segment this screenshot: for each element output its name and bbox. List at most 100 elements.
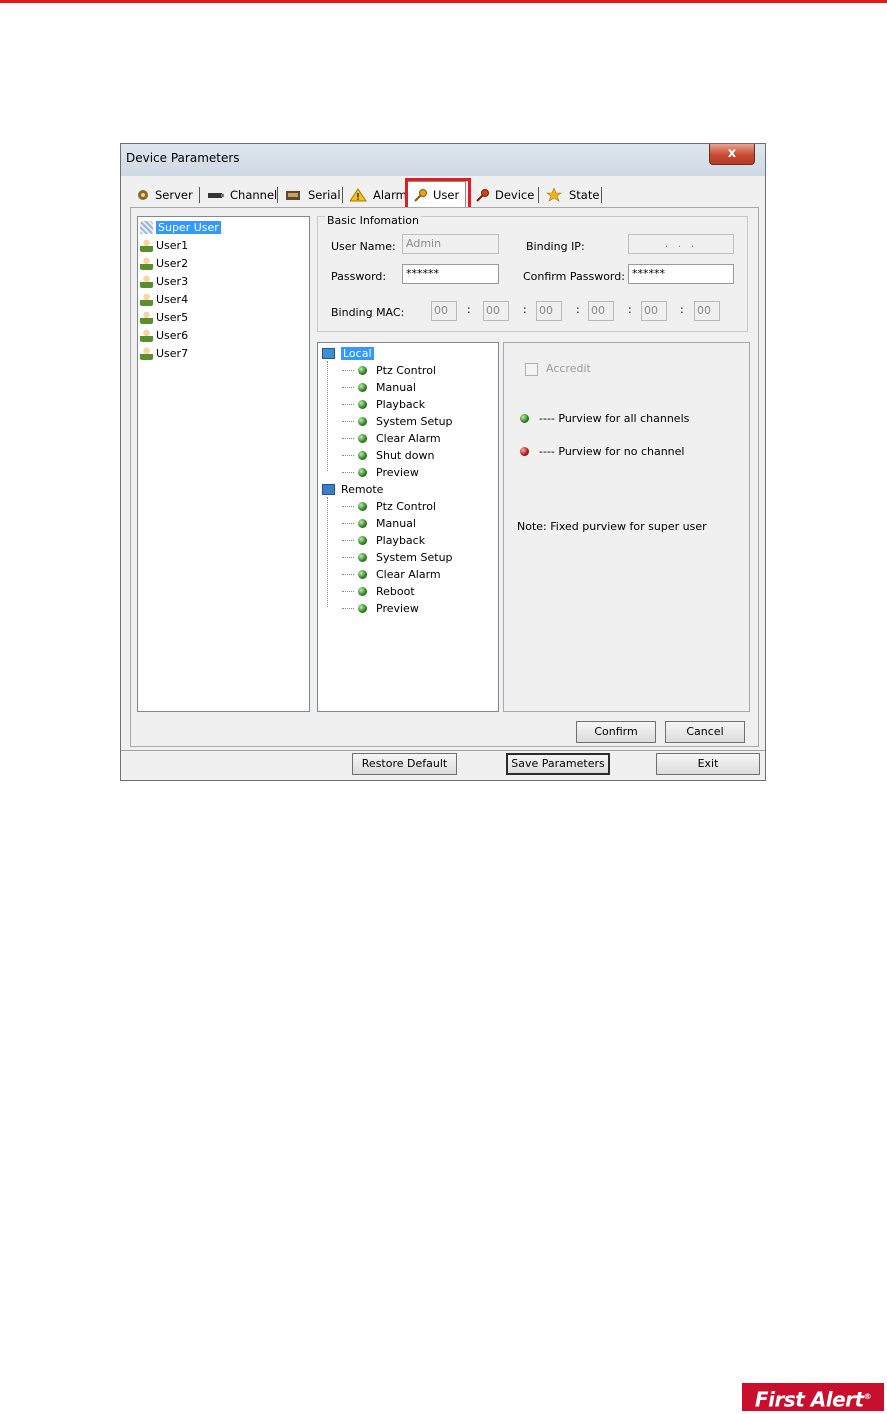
confirm-password-field[interactable]: ******	[628, 264, 734, 284]
tree-connector	[342, 539, 354, 541]
mac-octet-field[interactable]: 00	[431, 301, 457, 321]
mac-octet-field[interactable]: 00	[536, 301, 562, 321]
list-item-user[interactable]: User6	[140, 327, 188, 343]
star-icon	[546, 187, 564, 202]
tab-divider	[538, 187, 539, 203]
legend-no-channel-label: ---- Purview for no channel	[539, 445, 685, 458]
tree-item[interactable]: Clear Alarm	[342, 566, 441, 582]
list-item-user[interactable]: User3	[140, 273, 188, 289]
password-field[interactable]: ******	[402, 264, 499, 284]
tree-item[interactable]: Preview	[342, 600, 419, 616]
user-list[interactable]: Super User User1 User2 User3 User4 User5…	[137, 216, 310, 712]
list-item-user[interactable]: User1	[140, 237, 188, 253]
cancel-button[interactable]: Cancel	[665, 721, 745, 743]
tree-item-label: Clear Alarm	[376, 567, 441, 581]
tab-state-label: State	[569, 188, 600, 202]
tree-item[interactable]: Clear Alarm	[342, 430, 441, 446]
legend-all-channels: ---- Purview for all channels	[520, 412, 689, 425]
user-label: User7	[156, 346, 189, 360]
user-label: User4	[156, 292, 189, 306]
tree-item[interactable]: Playback	[342, 396, 425, 412]
tree-connector	[342, 403, 354, 405]
tree-item-label: Ptz Control	[376, 363, 436, 377]
green-status-icon	[358, 586, 367, 596]
tree-item[interactable]: Shut down	[342, 447, 434, 463]
mac-separator: :	[680, 303, 684, 316]
gear-icon	[136, 188, 150, 202]
legend-all-channels-label: ---- Purview for all channels	[539, 412, 690, 425]
green-status-icon	[358, 467, 367, 477]
red-status-icon	[520, 447, 529, 456]
tree-item-label: Manual	[376, 516, 416, 530]
tab-divider	[601, 187, 602, 203]
monitor-icon	[322, 347, 335, 359]
tree-item[interactable]: Playback	[342, 532, 425, 548]
save-parameters-button[interactable]: Save Parameters	[506, 753, 610, 775]
tab-divider	[277, 187, 278, 203]
tab-server[interactable]: Server	[136, 184, 193, 206]
tree-item[interactable]: Ptz Control	[342, 362, 436, 378]
green-status-icon	[358, 365, 367, 375]
tree-connector	[342, 420, 354, 422]
tree-connector	[327, 361, 328, 471]
tab-state[interactable]: State	[546, 184, 599, 206]
binding-ip-field[interactable]: . . .	[628, 234, 734, 254]
list-item-user[interactable]: User2	[140, 255, 188, 271]
list-item-user[interactable]: User5	[140, 309, 188, 325]
user-label: User6	[156, 328, 189, 342]
tab-alarm-label: Alarm	[373, 188, 407, 202]
first-alert-logo: First Alert®	[742, 1383, 884, 1412]
accredit-checkbox[interactable]	[525, 363, 538, 376]
tree-item[interactable]: System Setup	[342, 413, 453, 429]
mac-octet-field[interactable]: 00	[694, 301, 720, 321]
green-status-icon	[358, 518, 367, 528]
tree-item-label: Reboot	[376, 584, 415, 598]
logo-registered-mark: ®	[863, 1392, 872, 1401]
tree-item-label: Preview	[376, 601, 419, 615]
tab-server-label: Server	[155, 188, 193, 202]
tree-item[interactable]: Manual	[342, 379, 416, 395]
tree-item[interactable]: Preview	[342, 464, 419, 480]
green-status-icon	[520, 414, 529, 423]
green-status-icon	[358, 416, 367, 426]
list-item-user[interactable]: User4	[140, 291, 188, 307]
tab-channel-label: Channel	[230, 188, 278, 202]
tree-node-local[interactable]: Local	[322, 345, 374, 361]
mac-octet-field[interactable]: 00	[588, 301, 614, 321]
green-status-icon	[358, 382, 367, 392]
tree-item-label: Shut down	[376, 448, 435, 462]
warning-icon	[349, 188, 368, 202]
tab-channel[interactable]: Channel	[207, 184, 277, 206]
tree-item[interactable]: Manual	[342, 515, 416, 531]
confirm-button[interactable]: Confirm	[576, 721, 656, 743]
camera-icon	[207, 188, 225, 202]
mac-octet-field[interactable]: 00	[483, 301, 509, 321]
user-icon	[140, 274, 153, 288]
user-icon	[140, 220, 153, 234]
tab-serial[interactable]: Serial	[285, 184, 341, 206]
tree-node-label: Local	[341, 346, 374, 360]
green-status-icon	[358, 501, 367, 511]
tab-device[interactable]: Device	[476, 184, 534, 206]
list-item-user[interactable]: User7	[140, 345, 188, 361]
tree-node-label: Remote	[341, 482, 384, 496]
user-name-field[interactable]: Admin	[402, 234, 499, 254]
tree-node-remote[interactable]: Remote	[322, 481, 383, 497]
binding-ip-label: Binding IP:	[526, 240, 585, 253]
green-status-icon	[358, 535, 367, 545]
permission-tree[interactable]: Local Ptz Control Manual Playback System…	[317, 342, 499, 712]
tab-alarm[interactable]: Alarm	[349, 184, 407, 206]
tree-item[interactable]: Reboot	[342, 583, 415, 599]
tree-connector	[342, 386, 354, 388]
exit-button[interactable]: Exit	[656, 753, 760, 775]
list-item-super-user[interactable]: Super User	[140, 219, 221, 235]
restore-default-button[interactable]: Restore Default	[352, 753, 457, 775]
mac-separator: :	[628, 303, 632, 316]
mac-octet-field[interactable]: 00	[641, 301, 667, 321]
accredit-label: Accredit	[546, 362, 591, 375]
tab-serial-label: Serial	[308, 188, 341, 202]
close-button[interactable]: x	[709, 144, 755, 165]
device-parameters-window: Device Parameters x Server Channel Seria…	[120, 143, 766, 781]
tree-item[interactable]: Ptz Control	[342, 498, 436, 514]
tree-item[interactable]: System Setup	[342, 549, 453, 565]
